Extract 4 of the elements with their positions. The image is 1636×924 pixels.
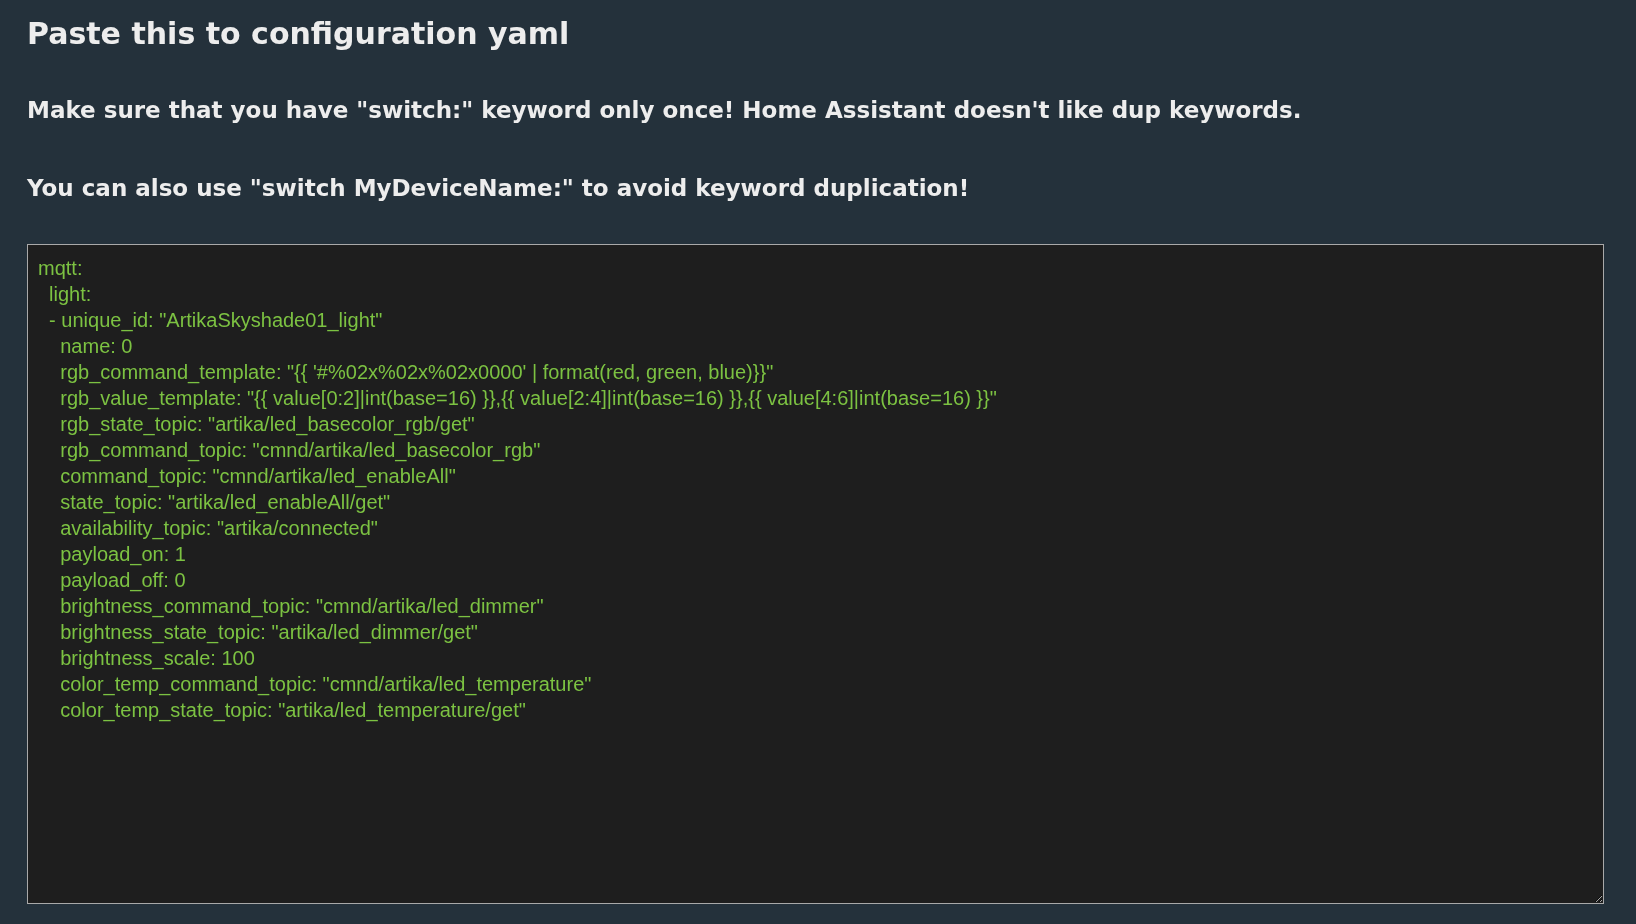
yaml-text-area[interactable]: mqtt: light: - unique_id: "ArtikaSkyshade01_light" name: 0 rgb_command_template: "{{ '#%02x%02x%02x0000' | format(red, green, blue)}}" rgb_value_template: "{{ value[0:2]|int(base=16) }},{{ value[2:4]|int(base=16) }},{{ value[4:6]|int(base=16) }}" rgb_state_topic: "artika/led_basecolor_rgb/get" rgb_command_topic: "cmnd/artika/led_basecolor_rgb" command_topic: "cmnd/artika/led_enableAll" state_topic: "artika/led_enableAll/get" availability_topic: "artika/connected" payload_on: 1 payload_off: 0 brightness_command_topic: "cmnd/artika/led_dimmer" brightness_state_topic: "artika/led_dimmer/get" brightness_scale: 100 color_temp_command_topic: "cmnd/artika/led_temperature" color_temp_state_topic: "artika/led_temperature/get" xyxy=(27,244,1604,904)
warning-note: Make sure that you have "switch:" keyword only once! Home Assistant doesn't like dup keywords. xyxy=(27,96,1303,125)
page-title: Paste this to configuration yaml xyxy=(27,15,571,53)
warning-note: You can also use "switch MyDeviceName:" to avoid keyword duplication! xyxy=(27,174,971,203)
